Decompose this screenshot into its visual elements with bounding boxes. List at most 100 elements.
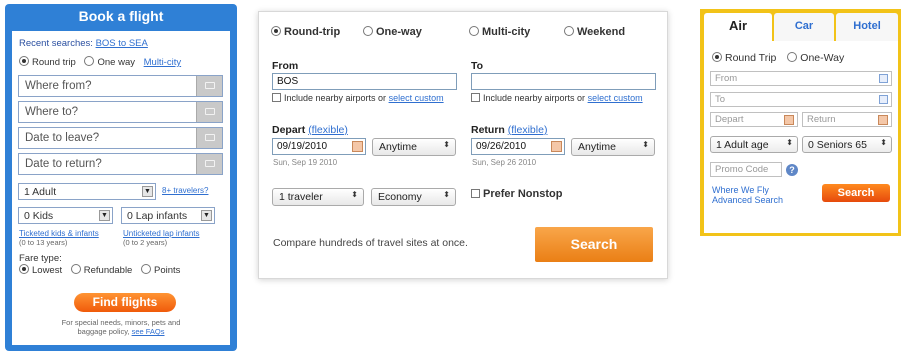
adults-select[interactable]: 1 Adult ▼ xyxy=(18,183,156,200)
lap-infants-link[interactable]: Unticketed lap infants xyxy=(123,229,200,238)
chevron-down-icon: ▼ xyxy=(201,210,212,221)
fare-points-radio[interactable]: Points xyxy=(141,264,180,276)
widget-title: Book a flight xyxy=(78,8,164,24)
calendar-icon[interactable] xyxy=(196,154,222,174)
return-date-input[interactable]: 09/26/2010 xyxy=(471,138,565,155)
airport-lookup-icon[interactable] xyxy=(879,95,888,104)
tab-air[interactable]: Air xyxy=(704,13,772,41)
date-leave-input[interactable]: Date to leave? xyxy=(18,127,223,149)
faq-link[interactable]: see FAQs xyxy=(132,327,165,336)
book-flight-form: Recent searches: BOS to SEA Round trip O… xyxy=(12,31,230,345)
select-custom-link[interactable]: select custom xyxy=(389,93,444,103)
return-time-select[interactable]: Anytime ⬍ xyxy=(571,138,655,156)
find-flights-button[interactable]: Find flights xyxy=(74,293,176,312)
recent-searches: Recent searches: BOS to SEA xyxy=(19,38,148,49)
calendar-icon[interactable] xyxy=(352,141,363,152)
depart-date-text: Sun, Sep 19 2010 xyxy=(273,158,338,167)
advanced-search-link[interactable]: Advanced Search xyxy=(712,195,783,205)
weekend-radio[interactable]: Weekend xyxy=(564,26,625,38)
round-trip-radio[interactable]: Round trip xyxy=(19,56,76,68)
from-input[interactable]: BOS xyxy=(272,73,457,90)
search-button[interactable]: Search xyxy=(822,184,890,202)
to-label: To xyxy=(471,60,484,72)
radio-selected-icon xyxy=(712,52,722,62)
radio-icon xyxy=(787,52,798,62)
footer-note: For special needs, minors, pets and bagg… xyxy=(61,318,181,336)
multi-city-link[interactable]: Multi-city xyxy=(144,57,181,68)
kids-select[interactable]: 0 Kids ▼ xyxy=(18,207,113,224)
one-way-radio[interactable]: One-way xyxy=(363,26,422,38)
depart-flexible-link[interactable]: (flexible) xyxy=(308,124,348,136)
adults-select[interactable]: 1 Adult age ⬍ xyxy=(710,136,798,153)
tab-bar: Air Car Hotel xyxy=(704,13,898,41)
recent-search-link[interactable]: BOS to SEA xyxy=(96,38,148,49)
radio-icon xyxy=(363,26,373,36)
where-from-input[interactable]: Where from? xyxy=(18,75,223,97)
radio-icon xyxy=(564,26,574,36)
cabin-select[interactable]: Economy ⬍ xyxy=(371,188,456,206)
search-button[interactable]: Search xyxy=(535,227,653,262)
return-label: Return (flexible) xyxy=(471,124,548,136)
book-flight-widget: Book a flight Recent searches: BOS to SE… xyxy=(5,4,237,351)
airport-lookup-icon[interactable] xyxy=(879,74,888,83)
fare-refundable-radio[interactable]: Refundable xyxy=(70,264,132,276)
calendar-icon[interactable] xyxy=(878,115,888,125)
compare-search-widget: Round-trip One-way Multi-city Weekend Fr… xyxy=(258,11,668,279)
travelers-select[interactable]: 1 traveler ⬍ xyxy=(272,188,364,206)
promo-code-input[interactable]: Promo Code xyxy=(710,162,782,177)
depart-date-input[interactable]: 09/19/2010 xyxy=(272,138,366,155)
updown-arrow-icon: ⬍ xyxy=(880,138,887,147)
calendar-icon[interactable] xyxy=(196,76,222,96)
radio-selected-icon xyxy=(19,264,29,274)
from-nearby-checkbox[interactable]: Include nearby airports or select custom xyxy=(272,93,444,103)
checkbox-icon xyxy=(272,93,281,102)
return-flexible-link[interactable]: (flexible) xyxy=(508,124,548,136)
calendar-icon[interactable] xyxy=(551,141,562,152)
checkbox-icon xyxy=(471,93,480,102)
ticketed-kids-link[interactable]: Ticketed kids & infants xyxy=(19,229,99,238)
calendar-icon[interactable] xyxy=(784,115,794,125)
return-input[interactable]: Return xyxy=(802,112,892,127)
where-to-input[interactable]: Where to? xyxy=(18,101,223,123)
updown-arrow-icon: ⬍ xyxy=(786,138,793,147)
prefer-nonstop-checkbox[interactable]: Prefer Nonstop xyxy=(471,188,562,200)
help-icon[interactable]: ? xyxy=(786,164,798,176)
chevron-down-icon: ▼ xyxy=(142,186,153,197)
travel-search-widget: Air Car Hotel Round Trip One-Way From To… xyxy=(700,9,901,236)
lap-infants-select[interactable]: 0 Lap infants ▼ xyxy=(121,207,215,224)
to-nearby-checkbox[interactable]: Include nearby airports or select custom xyxy=(471,93,643,103)
to-input[interactable]: To xyxy=(710,92,892,107)
multi-city-radio[interactable]: Multi-city xyxy=(469,26,530,38)
date-return-input[interactable]: Date to return? xyxy=(18,153,223,175)
updown-arrow-icon: ⬍ xyxy=(443,140,450,149)
select-custom-link[interactable]: select custom xyxy=(588,93,643,103)
trip-type-group: Round Trip One-Way xyxy=(712,52,852,64)
travel-search-card: Air Car Hotel Round Trip One-Way From To… xyxy=(704,13,898,233)
updown-arrow-icon: ⬍ xyxy=(642,140,649,149)
more-travelers-link[interactable]: 8+ travelers? xyxy=(162,186,208,195)
fare-lowest-radio[interactable]: Lowest xyxy=(19,264,62,276)
radio-icon xyxy=(141,264,151,274)
radio-selected-icon xyxy=(19,56,29,66)
from-input[interactable]: From xyxy=(710,71,892,86)
one-way-radio[interactable]: One-Way xyxy=(787,52,844,64)
calendar-icon[interactable] xyxy=(196,102,222,122)
calendar-icon[interactable] xyxy=(196,128,222,148)
lap-age-note: (0 to 2 years) xyxy=(123,238,168,247)
depart-time-select[interactable]: Anytime ⬍ xyxy=(372,138,456,156)
where-we-fly-link[interactable]: Where We Fly xyxy=(712,185,769,195)
round-trip-radio[interactable]: Round-trip xyxy=(271,26,340,38)
one-way-radio[interactable]: One way xyxy=(84,56,135,68)
chevron-down-icon: ▼ xyxy=(99,210,110,221)
seniors-select[interactable]: 0 Seniors 65 ⬍ xyxy=(802,136,892,153)
checkbox-icon xyxy=(471,189,480,198)
to-input[interactable] xyxy=(471,73,656,90)
tab-hotel[interactable]: Hotel xyxy=(836,13,898,41)
from-label: From xyxy=(272,60,299,72)
tab-car[interactable]: Car xyxy=(774,13,834,41)
depart-input[interactable]: Depart xyxy=(710,112,798,127)
round-trip-radio[interactable]: Round Trip xyxy=(712,52,776,64)
fare-type-group: Lowest Refundable Points xyxy=(19,264,186,276)
fare-type-label: Fare type: xyxy=(19,253,62,264)
depart-label: Depart (flexible) xyxy=(272,124,348,136)
